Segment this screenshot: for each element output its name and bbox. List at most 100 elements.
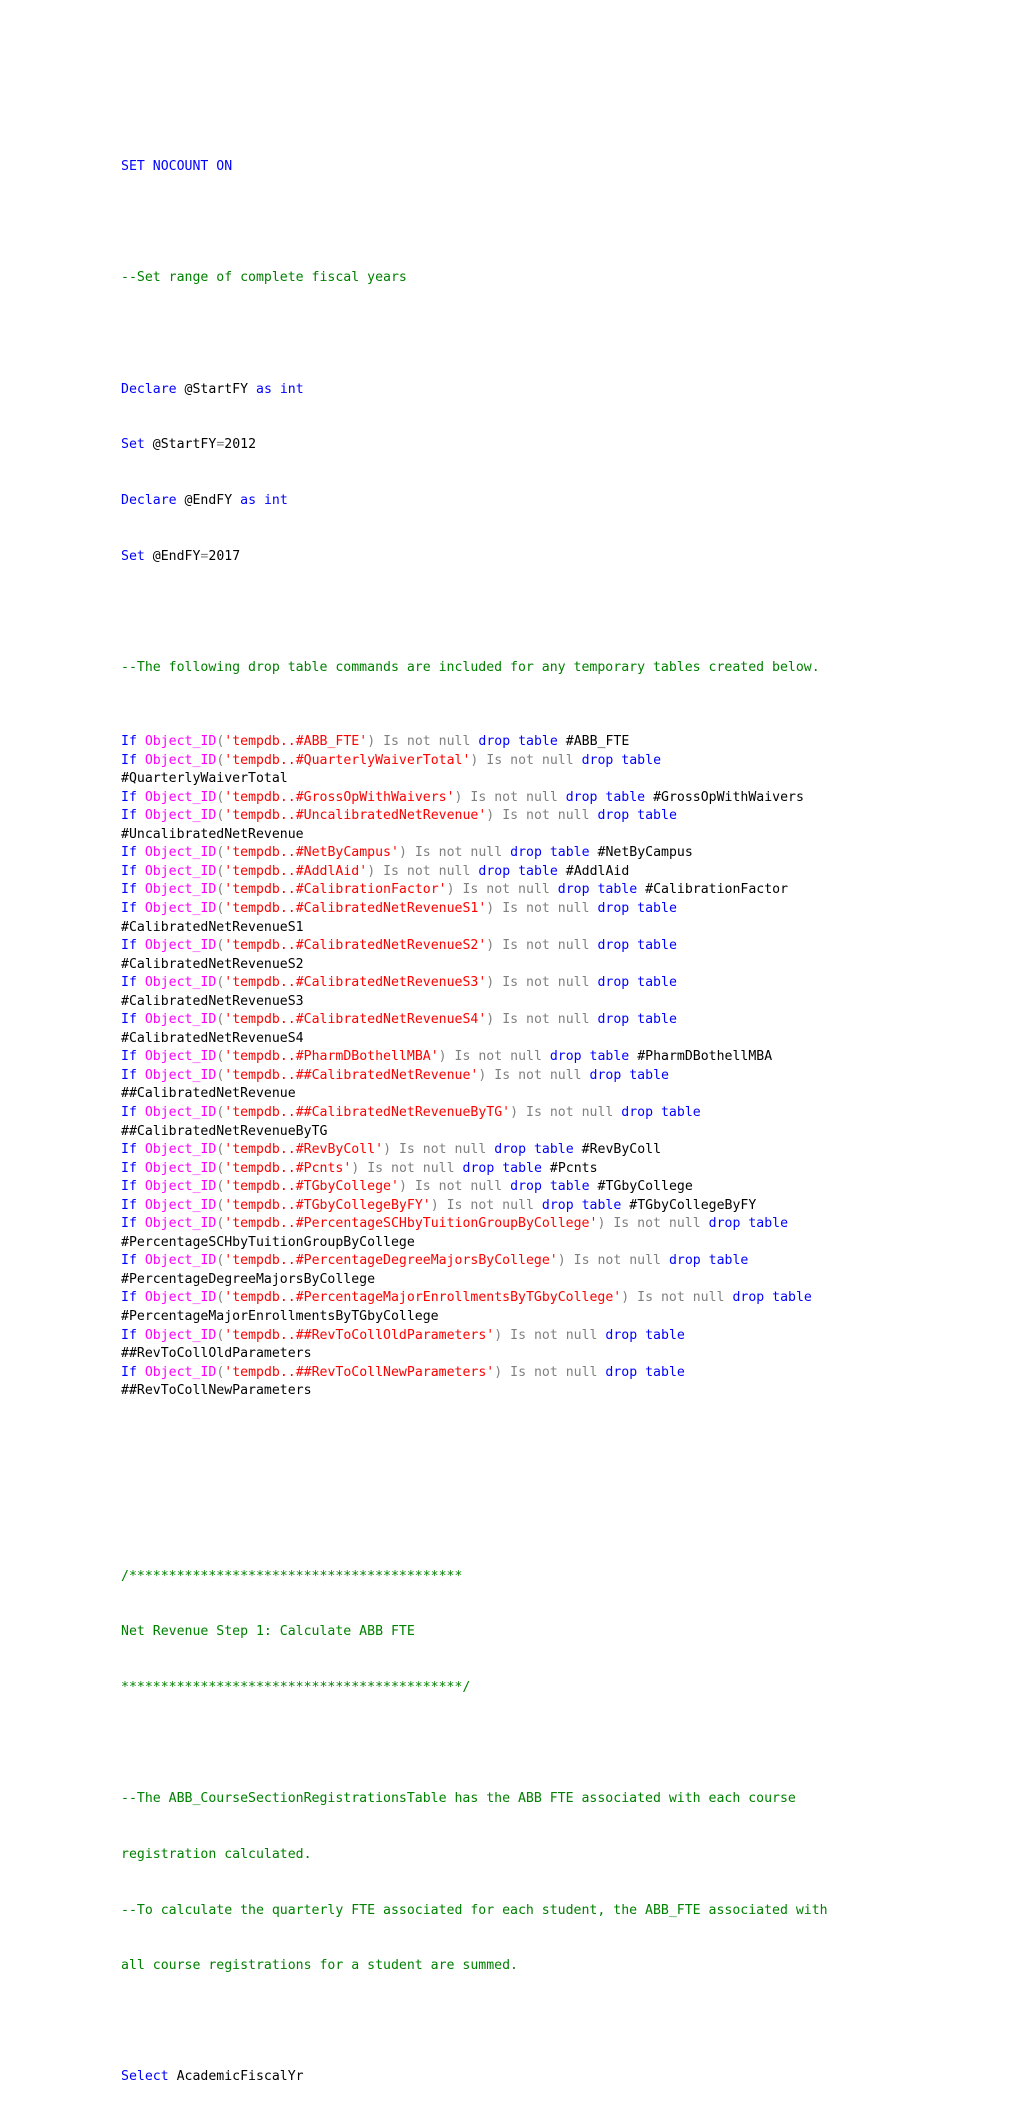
set-start-line: Set @StartFY=2012: [121, 436, 911, 455]
start-fy-variable: @StartFY: [184, 381, 249, 397]
drop-statement-line: If Object_ID('tempdb..#CalibratedNetReve…: [121, 974, 911, 993]
tempdb-string: 'tempdb..#CalibratedNetRevenueS2': [224, 938, 487, 954]
tempdb-string: 'tempdb..#PercentageSCHbyTuitionGroupByC…: [224, 1216, 598, 1232]
tempdb-string: 'tempdb..##RevToCollOldParameters': [224, 1327, 495, 1343]
object-id-function: Object_ID: [144, 1012, 217, 1028]
if-keyword: If: [121, 1012, 137, 1028]
table-name: #ABB_FTE: [565, 734, 630, 750]
drop-statement-line: If Object_ID('tempdb..#ABB_FTE') Is not …: [121, 733, 911, 752]
set-nocount-line: SET NOCOUNT ON: [121, 158, 911, 177]
select-keyword: Select: [121, 2069, 169, 2085]
drop-statement-continuation: #QuarterlyWaiverTotal: [121, 770, 911, 789]
drop-statement-continuation: ##CalibratedNetRevenueByTG: [121, 1123, 911, 1142]
drop-statement-line: If Object_ID('tempdb..#PercentageMajorEn…: [121, 1289, 911, 1308]
object-id-function: Object_ID: [144, 1216, 217, 1232]
object-id-function: Object_ID: [144, 975, 217, 991]
close-paren: ): [398, 1179, 407, 1195]
drop-table-keyword: drop table: [494, 1142, 574, 1158]
table-name: #TGbyCollege: [597, 1179, 693, 1195]
drop-table-keyword: drop table: [541, 1197, 622, 1213]
tempdb-string: 'tempdb..#TGbyCollege': [224, 1179, 399, 1195]
tempdb-string: 'tempdb..#PharmDBothellMBA': [224, 1049, 439, 1065]
if-keyword: If: [121, 1049, 137, 1065]
if-keyword: If: [121, 1290, 137, 1306]
declare-keyword: Declare: [121, 492, 177, 508]
table-name: #CalibratedNetRevenueS2: [121, 956, 304, 972]
close-paren: ): [351, 1160, 360, 1176]
drop-table-keyword: drop table: [668, 1253, 749, 1269]
close-paren: ): [478, 1067, 487, 1083]
object-id-function: Object_ID: [144, 1364, 217, 1380]
close-paren: ): [454, 789, 463, 805]
is-not-null-operator: Is not null: [510, 1364, 598, 1380]
drop-table-keyword: drop table: [478, 734, 558, 750]
sql-document: SET NOCOUNT ON --Set range of complete f…: [121, 121, 911, 2106]
close-paren: ): [446, 882, 455, 898]
drop-statement-line: If Object_ID('tempdb..#NetByCampus') Is …: [121, 844, 911, 863]
tempdb-string: 'tempdb..#PercentageDegreeMajorsByColleg…: [224, 1253, 558, 1269]
object-id-function: Object_ID: [144, 1142, 217, 1158]
is-not-null-operator: Is not null: [526, 1104, 614, 1120]
drop-table-keyword: drop table: [621, 1104, 701, 1120]
drop-comment: --The following drop table commands are …: [121, 659, 820, 675]
object-id-function: Object_ID: [144, 752, 217, 768]
tempdb-string: 'tempdb..##RevToCollNewParameters': [224, 1364, 495, 1380]
is-not-null-operator: Is not null: [573, 1253, 661, 1269]
declare-keyword: Declare: [121, 381, 177, 397]
table-name: ##CalibratedNetRevenue: [121, 1086, 296, 1102]
is-not-null-operator: Is not null: [502, 1012, 590, 1028]
drop-statement-line: If Object_ID('tempdb..#Pcnts') Is not nu…: [121, 1160, 911, 1179]
drop-statement-continuation: #UncalibratedNetRevenue: [121, 826, 911, 845]
is-not-null-operator: Is not null: [502, 808, 590, 824]
drop-statement-line: If Object_ID('tempdb..#CalibratedNetReve…: [121, 937, 911, 956]
object-id-function: Object_ID: [144, 1049, 217, 1065]
is-not-null-operator: Is not null: [502, 938, 590, 954]
drop-table-keyword: drop table: [462, 1160, 542, 1176]
is-not-null-operator: Is not null: [454, 1049, 542, 1065]
object-id-function: Object_ID: [144, 1290, 217, 1306]
block-comment-top: /***************************************…: [121, 1568, 463, 1584]
drop-statement-continuation: #PercentageMajorEnrollmentsByTGbyCollege: [121, 1308, 911, 1327]
drop-statement-line: If Object_ID('tempdb..##CalibratedNetRev…: [121, 1067, 911, 1086]
is-not-null-operator: Is not null: [446, 1197, 534, 1213]
object-id-function: Object_ID: [144, 734, 217, 750]
drop-table-keyword: drop table: [549, 1049, 630, 1065]
is-not-null-operator: Is not null: [462, 882, 550, 898]
is-not-null-operator: Is not null: [510, 1327, 598, 1343]
drop-table-keyword: drop table: [605, 1364, 685, 1380]
object-id-function: Object_ID: [144, 1179, 217, 1195]
drop-table-keyword: drop table: [597, 1012, 677, 1028]
tempdb-string: 'tempdb..#Pcnts': [224, 1160, 352, 1176]
step-comment: registration calculated.: [121, 1846, 312, 1862]
if-keyword: If: [121, 900, 137, 916]
int-keyword: int: [263, 492, 288, 508]
if-keyword: If: [121, 789, 137, 805]
is-not-null-operator: Is not null: [637, 1290, 725, 1306]
drop-statement-continuation: #PercentageSCHbyTuitionGroupByCollege: [121, 1234, 911, 1253]
object-id-function: Object_ID: [144, 1253, 217, 1269]
close-paren: ): [367, 734, 376, 750]
table-name: ##CalibratedNetRevenueByTG: [121, 1123, 328, 1139]
drop-statement-line: If Object_ID('tempdb..##RevToCollOldPara…: [121, 1327, 911, 1346]
if-keyword: If: [121, 1104, 137, 1120]
set-end-line: Set @EndFY=2017: [121, 548, 911, 567]
drop-statement-line: If Object_ID('tempdb..#TGbyCollege') Is …: [121, 1178, 911, 1197]
table-name: #CalibratedNetRevenueS1: [121, 919, 304, 935]
table-name: #CalibratedNetRevenueS4: [121, 1030, 304, 1046]
drop-table-keyword: drop table: [597, 900, 677, 916]
is-not-null-operator: Is not null: [367, 1160, 455, 1176]
drop-statement-continuation: ##RevToCollOldParameters: [121, 1345, 911, 1364]
drop-statement-line: If Object_ID('tempdb..#GrossOpWithWaiver…: [121, 789, 911, 808]
drop-table-keyword: drop table: [605, 1327, 685, 1343]
tempdb-string: 'tempdb..#GrossOpWithWaivers': [224, 789, 455, 805]
table-name: #GrossOpWithWaivers: [653, 789, 804, 805]
tempdb-string: 'tempdb..#CalibratedNetRevenueS4': [224, 1012, 487, 1028]
if-keyword: If: [121, 845, 137, 861]
table-name: #AddlAid: [565, 863, 630, 879]
close-paren: ): [557, 1253, 566, 1269]
table-name: #TGbyCollegeByFY: [629, 1197, 757, 1213]
drop-statement-line: If Object_ID('tempdb..##RevToCollNewPara…: [121, 1364, 911, 1383]
tempdb-string: 'tempdb..#CalibratedNetRevenueS1': [224, 900, 487, 916]
is-not-null-operator: Is not null: [383, 863, 471, 879]
close-paren: ): [383, 1142, 392, 1158]
